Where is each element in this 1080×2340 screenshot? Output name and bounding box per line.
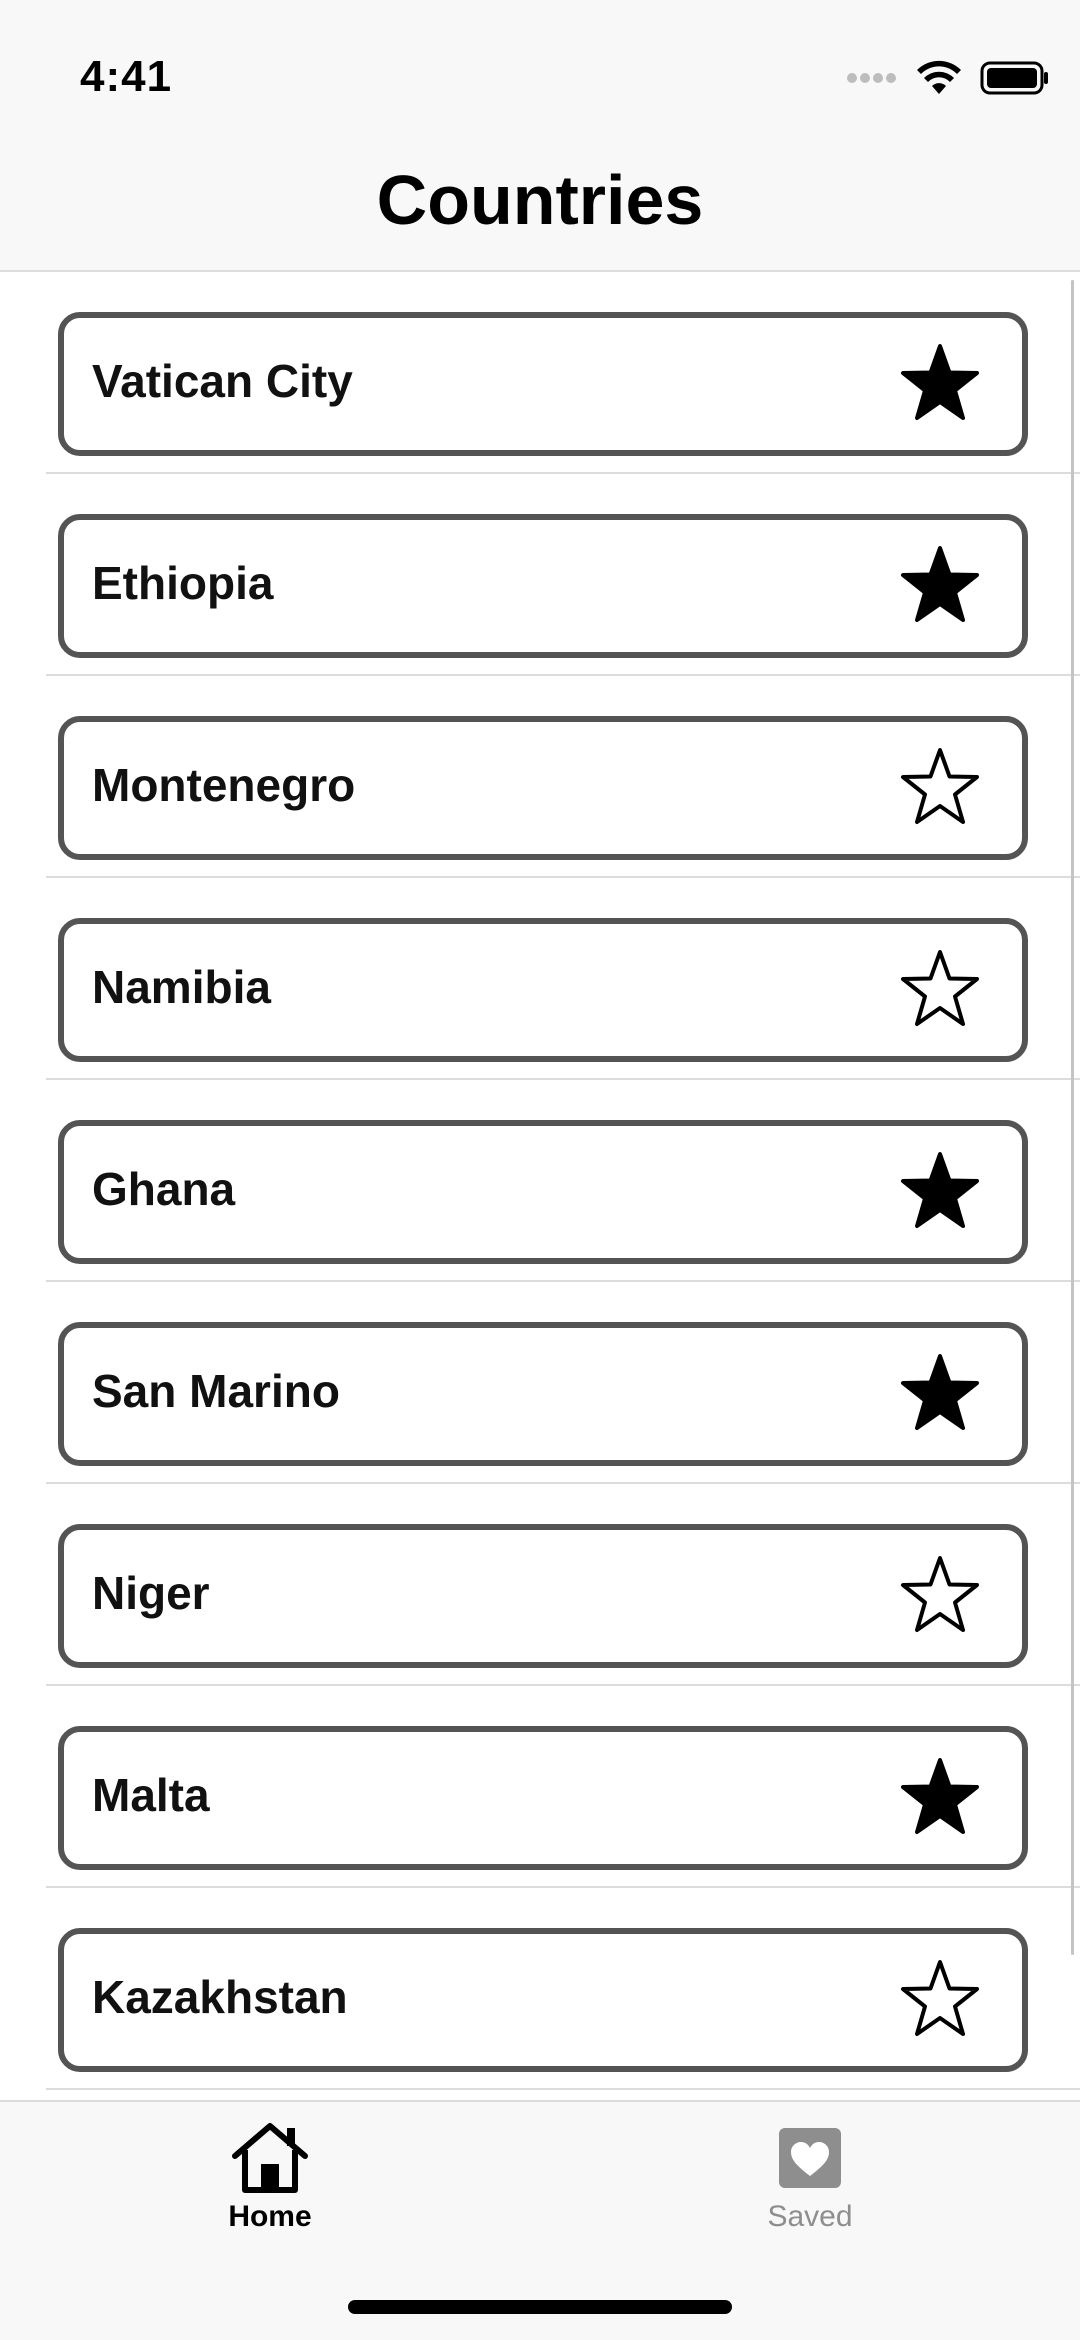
country-name: San Marino — [92, 1365, 340, 1417]
star-filled-icon[interactable] — [900, 1756, 980, 1840]
star-filled-icon[interactable] — [900, 544, 980, 628]
list-item[interactable]: Montenegro — [0, 676, 1080, 878]
country-card[interactable]: Vatican City — [58, 312, 1028, 456]
country-name: Ethiopia — [92, 557, 274, 609]
list-item[interactable]: Vatican City — [0, 272, 1080, 474]
status-time: 4:41 — [80, 52, 173, 101]
country-list[interactable]: Vatican City Ethiopia Montenegro Namibia Gha… — [0, 272, 1080, 2100]
tab-home[interactable]: Home — [170, 2120, 370, 2260]
tab-saved-label: Saved — [767, 2200, 853, 2233]
star-outline-icon[interactable] — [900, 746, 980, 830]
list-item[interactable]: Niger — [0, 1484, 1080, 1686]
list-item[interactable]: Ethiopia — [0, 474, 1080, 676]
list-item[interactable]: San Marino — [0, 1282, 1080, 1484]
star-outline-icon[interactable] — [900, 948, 980, 1032]
country-name: Montenegro — [92, 759, 356, 811]
status-icons — [846, 58, 1050, 98]
battery-icon — [980, 61, 1048, 95]
heart-icon — [779, 2128, 841, 2188]
nav-header: Countries — [0, 150, 1080, 272]
country-card[interactable]: Ghana — [58, 1120, 1028, 1264]
country-card[interactable]: San Marino — [58, 1322, 1028, 1466]
country-card[interactable]: Kazakhstan — [58, 1928, 1028, 2072]
list-item[interactable]: Kazakhstan — [0, 1888, 1080, 2090]
country-card[interactable]: Niger — [58, 1524, 1028, 1668]
country-card[interactable]: Montenegro — [58, 716, 1028, 860]
country-name: Malta — [92, 1769, 210, 1821]
country-name: Niger — [92, 1567, 210, 1619]
cellular-dots-icon — [847, 73, 896, 83]
country-name: Namibia — [92, 961, 271, 1013]
country-name: Vatican City — [92, 355, 353, 407]
country-card[interactable]: Ethiopia — [58, 514, 1028, 658]
star-filled-icon[interactable] — [900, 1150, 980, 1234]
star-filled-icon[interactable] — [900, 342, 980, 426]
tab-saved[interactable]: Saved — [710, 2120, 910, 2260]
country-card[interactable]: Namibia — [58, 918, 1028, 1062]
star-outline-icon[interactable] — [900, 1554, 980, 1638]
row-divider — [46, 2088, 1080, 2090]
list-item[interactable]: Ghana — [0, 1080, 1080, 1282]
screen: 4:41 Countries Vatican City Ethiopia Monte… — [0, 0, 1080, 2340]
country-name: Ghana — [92, 1163, 236, 1215]
country-card[interactable]: Malta — [58, 1726, 1028, 1870]
star-filled-icon[interactable] — [900, 1352, 980, 1436]
wifi-icon — [917, 60, 961, 94]
status-bar: 4:41 — [0, 0, 1080, 150]
star-outline-icon[interactable] — [900, 1958, 980, 2042]
house-icon — [232, 2123, 308, 2193]
list-item[interactable]: Malta — [0, 1686, 1080, 1888]
country-name: Kazakhstan — [92, 1971, 348, 2023]
home-indicator[interactable] — [348, 2300, 732, 2314]
page-title: Countries — [376, 161, 704, 239]
tab-home-label: Home — [228, 2200, 312, 2233]
scrollbar[interactable] — [1071, 280, 1074, 1955]
list-item[interactable]: Namibia — [0, 878, 1080, 1080]
